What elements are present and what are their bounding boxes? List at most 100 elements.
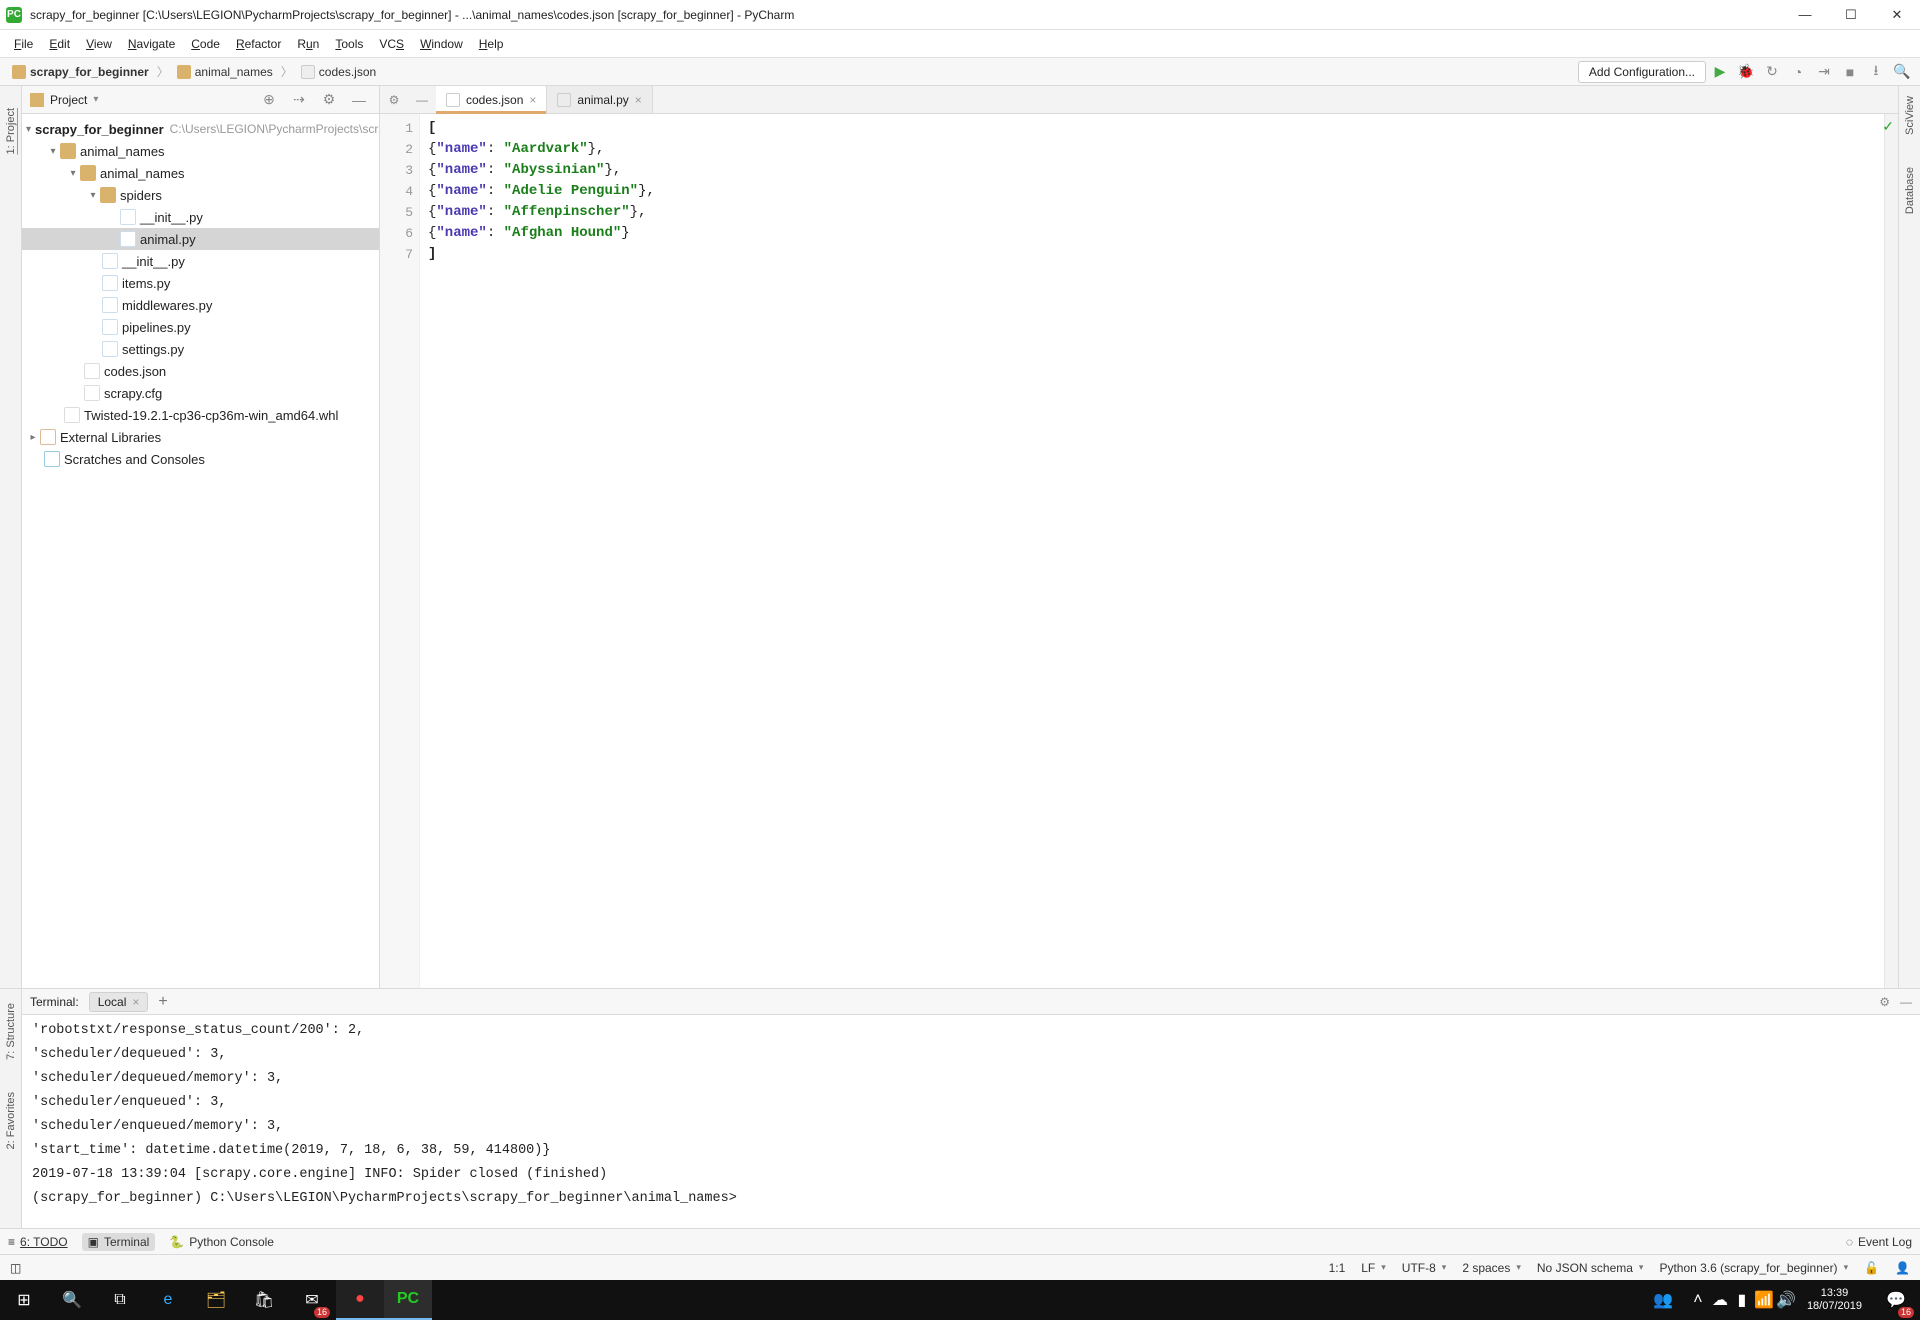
tree-folder[interactable]: ▾spiders [22,184,379,206]
editor-code[interactable]: ✓[ {"name": "Aardvark"}, {"name": "Abyss… [420,114,1884,988]
search-icon[interactable]: 🔍 [1890,60,1914,84]
database-tab[interactable]: Database [1904,161,1916,220]
menu-help[interactable]: Help [471,34,512,54]
tree-project-root[interactable]: ▾scrapy_for_beginnerC:\Users\LEGION\Pych… [22,118,379,140]
menu-code[interactable]: Code [183,34,228,54]
tree-file-selected[interactable]: animal.py [22,228,379,250]
menu-file[interactable]: File [6,34,41,54]
editor-scrollbar[interactable] [1884,114,1898,988]
project-toolwindow-tab[interactable]: 1: Project [5,102,17,160]
collapse-icon[interactable]: ⇢ [287,88,311,112]
chrome-icon[interactable]: ● [336,1280,384,1320]
python-console-tab[interactable]: 🐍 Python Console [169,1235,274,1249]
close-tab-icon[interactable]: × [529,93,536,107]
tree-file[interactable]: scrapy.cfg [22,382,379,404]
explorer-icon[interactable]: 🗂 [192,1280,240,1320]
toolwindows-toggle-icon[interactable]: ◫ [10,1261,21,1275]
menu-run[interactable]: Run [289,34,327,54]
project-view-name[interactable]: Project [50,93,87,107]
python-interpreter[interactable]: Python 3.6 (scrapy_for_beginner)▾ [1659,1261,1848,1275]
menu-vcs[interactable]: VCS [371,34,412,54]
chevron-down-icon[interactable]: ▾ [93,94,98,105]
mail-icon[interactable]: ✉16 [288,1280,336,1320]
tree-file[interactable]: middlewares.py [22,294,379,316]
new-terminal-icon[interactable]: + [158,993,167,1011]
menu-edit[interactable]: Edit [41,34,78,54]
menu-navigate[interactable]: Navigate [120,34,183,54]
json-schema[interactable]: No JSON schema▾ [1537,1261,1644,1275]
coverage-icon[interactable]: ↻ [1760,60,1784,84]
pycharm-icon[interactable]: PC [384,1280,432,1320]
package-icon [80,165,96,181]
todo-tab[interactable]: ≡ 6: TODO [8,1235,68,1249]
terminal-settings-icon[interactable]: ⚙ [1879,995,1890,1009]
caret-position[interactable]: 1:1 [1329,1261,1346,1275]
notifications-icon[interactable]: 💬16 [1872,1280,1920,1320]
tree-external-libraries[interactable]: ▸External Libraries [22,426,379,448]
edge-icon[interactable]: e [144,1280,192,1320]
search-button[interactable]: 🔍 [48,1280,96,1320]
people-icon[interactable]: 👥 [1639,1280,1687,1320]
breadcrumb-file[interactable]: codes.json [295,65,382,79]
editor-tab-codes-json[interactable]: codes.json× [436,86,547,113]
file-encoding[interactable]: UTF-8▾ [1402,1261,1447,1275]
store-icon[interactable]: 🛍 [240,1280,288,1320]
tree-file[interactable]: __init__.py [22,206,379,228]
profile-icon[interactable]: ◔ [1786,60,1810,84]
lock-icon[interactable]: 🔓 [1864,1261,1879,1275]
tree-file[interactable]: Twisted-19.2.1-cp36-cp36m-win_amd64.whl [22,404,379,426]
tree-folder[interactable]: ▾animal_names [22,140,379,162]
locate-icon[interactable]: ⊕ [257,88,281,112]
editor-tab-animal-py[interactable]: animal.py× [547,86,652,113]
tree-file[interactable]: pipelines.py [22,316,379,338]
tab-settings-icon[interactable]: ⚙ [380,86,408,113]
start-button[interactable]: ⊞ [0,1280,48,1320]
menu-view[interactable]: View [78,34,120,54]
terminal-tab[interactable]: ▣ Terminal [82,1233,156,1251]
tree-file[interactable]: codes.json [22,360,379,382]
task-view-button[interactable]: ⧉ [96,1280,144,1320]
settings-icon[interactable]: ⚙ [317,88,341,112]
indent-setting[interactable]: 2 spaces▾ [1462,1261,1521,1275]
menu-tools[interactable]: Tools [327,34,371,54]
breadcrumb-root[interactable]: scrapy_for_beginner [6,65,155,79]
close-button[interactable]: ✕ [1874,0,1920,30]
favorites-tab[interactable]: 2: Favorites [5,1086,17,1155]
run-icon[interactable]: ▶ [1708,60,1732,84]
tree-file[interactable]: settings.py [22,338,379,360]
tree-scratches[interactable]: Scratches and Consoles [22,448,379,470]
project-tree[interactable]: ▾scrapy_for_beginnerC:\Users\LEGION\Pych… [22,114,379,988]
scratches-icon [44,451,60,467]
menu-refactor[interactable]: Refactor [228,34,289,54]
clock[interactable]: 13:39 18/07/2019 [1797,1287,1872,1313]
structure-tab[interactable]: 7: Structure [5,997,17,1066]
tree-file[interactable]: items.py [22,272,379,294]
breadcrumb-mid[interactable]: animal_names [171,65,279,79]
sciview-tab[interactable]: SciView [1904,90,1916,141]
line-separator[interactable]: LF▾ [1361,1261,1386,1275]
maximize-button[interactable]: ☐ [1828,0,1874,30]
debug-icon[interactable]: 🐞 [1734,60,1758,84]
attach-icon[interactable]: ⇥ [1812,60,1836,84]
tree-folder[interactable]: ▾animal_names [22,162,379,184]
terminal-output[interactable]: 'robotstxt/response_status_count/200': 2… [22,1015,1920,1228]
menu-window[interactable]: Window [412,34,471,54]
add-configuration-button[interactable]: Add Configuration... [1578,61,1706,83]
close-tab-icon[interactable]: × [635,93,642,107]
tray-expand-icon[interactable]: ˄ [1687,1280,1709,1320]
event-log-tab[interactable]: ◌ Event Log [1846,1235,1912,1249]
hide-icon[interactable]: — [347,88,371,112]
close-tab-icon[interactable]: × [132,995,139,1009]
stop-icon[interactable]: ■ [1838,60,1862,84]
tab-hide-icon[interactable]: — [408,86,436,113]
vcs-icon[interactable]: ⭳ [1864,60,1888,84]
onedrive-icon[interactable]: ☁ [1709,1280,1731,1320]
inspection-icon[interactable]: 👤 [1895,1261,1910,1275]
terminal-hide-icon[interactable]: — [1900,995,1912,1009]
battery-icon[interactable]: ▮ [1731,1280,1753,1320]
volume-icon[interactable]: 🔊 [1775,1280,1797,1320]
terminal-tab-local[interactable]: Local× [89,992,149,1012]
wifi-icon[interactable]: 📶 [1753,1280,1775,1320]
tree-file[interactable]: __init__.py [22,250,379,272]
minimize-button[interactable]: — [1782,0,1828,30]
